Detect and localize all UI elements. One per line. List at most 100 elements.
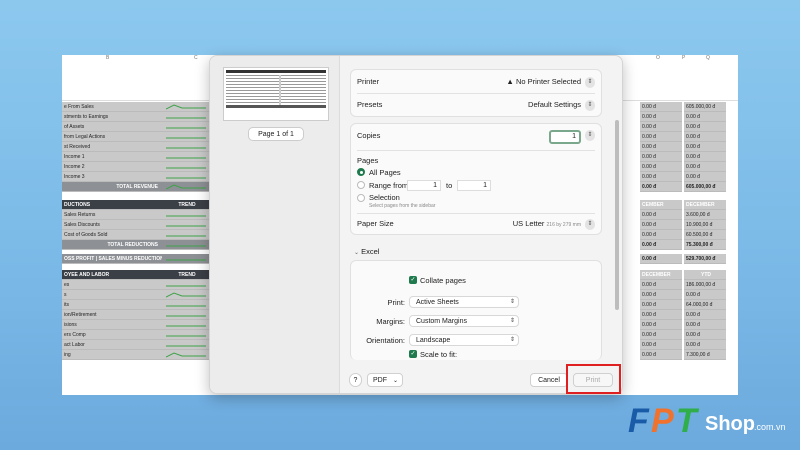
row-label[interactable]: Income 3 [62,172,162,182]
collate-checkbox[interactable]: ✓ [409,276,417,284]
printer-row[interactable]: Printer ▲ No Printer Selected ⇕ [357,73,595,91]
paper-stepper-icon[interactable]: ⇕ [585,218,595,230]
copies-input[interactable]: 1 [549,130,581,144]
value-cell[interactable]: 0.00 đ [640,280,682,290]
print-scope-select[interactable]: Active Sheets ⇕ [409,296,519,308]
row-label[interactable]: Sales Discounts [62,220,162,230]
value-cell[interactable]: 3.600,00 đ [684,210,726,220]
value-cell[interactable]: 0.00 đ [640,152,682,162]
column-header-c[interactable]: C [194,55,198,63]
margins-select[interactable]: Custom Margins ⇕ [409,315,519,327]
value-cell[interactable]: 0.00 đ [640,132,682,142]
excel-section-header[interactable]: ⌄ Excel [354,247,379,256]
presets-select[interactable]: Default Settings ⇕ [528,96,595,114]
row-label[interactable]: isions [62,320,162,330]
value-cell[interactable]: 0.00 đ [640,320,682,330]
column-header-o[interactable]: O [656,55,660,63]
orientation-select[interactable]: Landscape ⇕ [409,334,519,346]
row-label[interactable]: act Labor [62,340,162,350]
value-cell[interactable]: 0.00 đ [640,220,682,230]
value-cell[interactable]: 0.00 đ [684,162,726,172]
help-button[interactable]: ? [349,373,362,387]
trend-header[interactable]: TREND [162,270,210,280]
paper-size-select[interactable]: US Letter 216 by 279 mm ⇕ [513,215,595,234]
row-label[interactable]: stments to Earnings [62,112,162,122]
value-cell[interactable]: 10.900,00 đ [684,220,726,230]
row-label[interactable]: s [62,290,162,300]
value-cell[interactable]: 0.00 đ [640,162,682,172]
page-thumbnail[interactable] [223,67,329,121]
row-label[interactable]: of Assets [62,122,162,132]
pdf-menu-button[interactable]: PDF ⌄ [367,373,403,387]
value-cell[interactable]: 0.00 đ [684,340,726,350]
gross-profit-label[interactable]: OSS PROFIT | SALES MINUS REDUCTIONS [62,254,162,264]
column-header-b[interactable]: B [106,55,109,63]
value-cell[interactable]: 0.00 đ [640,340,682,350]
range-end-input[interactable]: 1 [457,180,491,191]
ytd-header[interactable]: YTD [684,270,726,280]
row-label[interactable]: es [62,280,162,290]
value-cell[interactable]: 0.00 đ [640,112,682,122]
row-label[interactable]: Income 1 [62,152,162,162]
value-cell[interactable]: 529.700,00 đ [684,254,726,264]
total-revenue-label[interactable]: TOTAL REVENUE [62,182,162,192]
value-cell[interactable]: 0.00 đ [684,152,726,162]
value-cell[interactable]: 0.00 đ [684,310,726,320]
value-cell[interactable]: 0.00 đ [640,350,682,360]
value-cell[interactable]: 0.00 đ [684,142,726,152]
value-cell[interactable]: 0.00 đ [640,182,682,192]
value-cell[interactable]: 0.00 đ [640,254,682,264]
value-cell[interactable]: 0.00 đ [684,112,726,122]
row-label[interactable]: e From Sales [62,102,162,112]
value-cell[interactable]: 0.00 đ [684,122,726,132]
options-scrollbar[interactable] [615,120,619,310]
value-cell[interactable]: 0.00 đ [684,172,726,182]
row-label[interactable]: ers Comp [62,330,162,340]
column-header-p[interactable]: P [682,55,685,63]
scale-to-fit-checkbox[interactable]: ✓ [409,350,417,358]
value-cell[interactable]: 0.00 đ [640,290,682,300]
value-cell[interactable]: 186.000,00 đ [684,280,726,290]
row-label[interactable]: Sales Returns [62,210,162,220]
range-radio[interactable] [357,181,365,189]
page-indicator-button[interactable]: Page 1 of 1 [248,127,304,141]
value-cell[interactable]: 0.00 đ [640,210,682,220]
value-cell[interactable]: 605.000,00 đ [684,182,726,192]
value-cell[interactable]: 64.000,00 đ [684,300,726,310]
cancel-button[interactable]: Cancel [530,373,568,387]
row-label[interactable]: ing [62,350,162,360]
value-cell[interactable]: 0.00 đ [640,102,682,112]
value-cell[interactable]: 0.00 đ [684,132,726,142]
value-cell[interactable]: 0.00 đ [640,122,682,132]
row-label[interactable]: st Received [62,142,162,152]
value-cell[interactable]: 0.00 đ [640,330,682,340]
copies-stepper-icon[interactable]: ⇕ [585,130,595,141]
row-label[interactable]: from Legal Actions [62,132,162,142]
column-header-q[interactable]: Q [706,55,710,63]
month-header[interactable]: CEMBER [640,200,682,210]
value-cell[interactable]: 0.00 đ [684,320,726,330]
month-header[interactable]: DECEMBER [640,270,682,280]
reductions-header[interactable]: DUCTIONS [62,200,162,210]
paper-size-row[interactable]: Paper Size US Letter 216 by 279 mm ⇕ [357,215,595,233]
value-cell[interactable]: 0.00 đ [640,240,682,250]
row-label[interactable]: its [62,300,162,310]
value-cell[interactable]: 75.300,00 đ [684,240,726,250]
presets-row[interactable]: Presets Default Settings ⇕ [357,96,595,114]
value-cell[interactable]: 0.00 đ [640,300,682,310]
printer-select[interactable]: ▲ No Printer Selected ⇕ [506,73,595,91]
employee-header[interactable]: OYEE AND LABOR [62,270,162,280]
value-cell[interactable]: 0.00 đ [640,310,682,320]
value-cell[interactable]: 0.00 đ [640,230,682,240]
selection-radio[interactable] [357,194,365,202]
total-reductions-label[interactable]: TOTAL REDUCTIONS [62,240,162,250]
trend-header[interactable]: TREND [162,200,210,210]
all-pages-radio[interactable] [357,168,365,176]
value-cell[interactable]: 0.00 đ [640,142,682,152]
row-label[interactable]: ion/Retirement [62,310,162,320]
value-cell[interactable]: 0.00 đ [640,172,682,182]
value-cell[interactable]: 60.500,00 đ [684,230,726,240]
month-header[interactable]: DECEMBER [684,200,726,210]
row-label[interactable]: Cost of Goods Sold [62,230,162,240]
presets-stepper-icon[interactable]: ⇕ [585,99,595,111]
